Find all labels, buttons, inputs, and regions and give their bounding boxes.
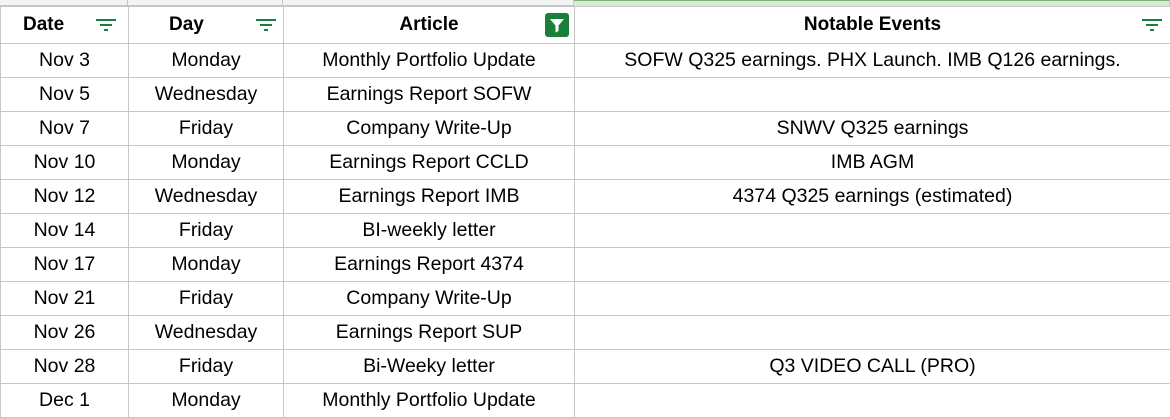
article-cell[interactable]: BI-weekly letter bbox=[283, 213, 575, 248]
date-cell[interactable]: Nov 3 bbox=[0, 43, 129, 78]
day-cell[interactable]: Monday bbox=[128, 145, 284, 180]
date-cell[interactable]: Nov 14 bbox=[0, 213, 129, 248]
header-row: Date Day Article Notable Events bbox=[0, 6, 1170, 44]
events-cell[interactable]: SNWV Q325 earnings bbox=[574, 111, 1170, 146]
schedule-table: Date Day Article Notable Events Nov 3 Mo… bbox=[0, 6, 1170, 418]
filter-lines-icon[interactable] bbox=[95, 16, 117, 34]
table-row: Nov 21 Friday Company Write-Up bbox=[0, 281, 1170, 316]
date-cell[interactable]: Dec 1 bbox=[0, 383, 129, 418]
table-row: Nov 17 Monday Earnings Report 4374 bbox=[0, 247, 1170, 282]
header-label-notable-events: Notable Events bbox=[803, 14, 942, 35]
table-row: Nov 12 Wednesday Earnings Report IMB 437… bbox=[0, 179, 1170, 214]
day-cell[interactable]: Friday bbox=[128, 111, 284, 146]
article-cell[interactable]: Monthly Portfolio Update bbox=[283, 43, 575, 78]
events-cell[interactable]: SOFW Q325 earnings. PHX Launch. IMB Q126… bbox=[574, 43, 1170, 78]
date-cell[interactable]: Nov 7 bbox=[0, 111, 129, 146]
filter-lines-icon[interactable] bbox=[255, 16, 277, 34]
date-cell[interactable]: Nov 12 bbox=[0, 179, 129, 214]
events-cell[interactable] bbox=[574, 213, 1170, 248]
table-row: Nov 5 Wednesday Earnings Report SOFW bbox=[0, 77, 1170, 112]
article-cell[interactable]: Monthly Portfolio Update bbox=[283, 383, 575, 418]
day-cell[interactable]: Friday bbox=[128, 281, 284, 316]
table-row: Nov 14 Friday BI-weekly letter bbox=[0, 213, 1170, 248]
day-cell[interactable]: Wednesday bbox=[128, 179, 284, 214]
article-cell[interactable]: Earnings Report IMB bbox=[283, 179, 575, 214]
header-label-day: Day bbox=[169, 14, 204, 35]
funnel-icon[interactable] bbox=[545, 13, 569, 37]
header-cell-day[interactable]: Day bbox=[128, 6, 284, 44]
events-cell[interactable]: IMB AGM bbox=[574, 145, 1170, 180]
table-row: Nov 10 Monday Earnings Report CCLD IMB A… bbox=[0, 145, 1170, 180]
table-row: Nov 28 Friday Bi-Weeky letter Q3 VIDEO C… bbox=[0, 349, 1170, 384]
header-label-date: Date bbox=[23, 14, 65, 35]
day-cell[interactable]: Monday bbox=[128, 43, 284, 78]
events-cell[interactable] bbox=[574, 383, 1170, 418]
table-row: Dec 1 Monday Monthly Portfolio Update bbox=[0, 383, 1170, 418]
events-cell[interactable] bbox=[574, 77, 1170, 112]
day-cell[interactable]: Friday bbox=[128, 349, 284, 384]
article-cell[interactable]: Earnings Report SUP bbox=[283, 315, 575, 350]
filter-lines-icon[interactable] bbox=[1141, 16, 1163, 34]
date-cell[interactable]: Nov 5 bbox=[0, 77, 129, 112]
table-row: Nov 7 Friday Company Write-Up SNWV Q325 … bbox=[0, 111, 1170, 146]
day-cell[interactable]: Friday bbox=[128, 213, 284, 248]
article-cell[interactable]: Company Write-Up bbox=[283, 111, 575, 146]
day-cell[interactable]: Wednesday bbox=[128, 77, 284, 112]
article-cell[interactable]: Earnings Report 4374 bbox=[283, 247, 575, 282]
table-row: Nov 26 Wednesday Earnings Report SUP bbox=[0, 315, 1170, 350]
header-cell-notable-events[interactable]: Notable Events bbox=[574, 6, 1170, 44]
date-cell[interactable]: Nov 28 bbox=[0, 349, 129, 384]
header-label-article: Article bbox=[399, 14, 459, 35]
date-cell[interactable]: Nov 10 bbox=[0, 145, 129, 180]
day-cell[interactable]: Wednesday bbox=[128, 315, 284, 350]
date-cell[interactable]: Nov 26 bbox=[0, 315, 129, 350]
events-cell[interactable] bbox=[574, 247, 1170, 282]
article-cell[interactable]: Earnings Report SOFW bbox=[283, 77, 575, 112]
article-cell[interactable]: Company Write-Up bbox=[283, 281, 575, 316]
header-cell-date[interactable]: Date bbox=[0, 6, 129, 44]
table-row: Nov 3 Monday Monthly Portfolio Update SO… bbox=[0, 43, 1170, 78]
date-cell[interactable]: Nov 21 bbox=[0, 281, 129, 316]
header-cell-article[interactable]: Article bbox=[283, 6, 575, 44]
article-cell[interactable]: Earnings Report CCLD bbox=[283, 145, 575, 180]
events-cell[interactable]: 4374 Q325 earnings (estimated) bbox=[574, 179, 1170, 214]
day-cell[interactable]: Monday bbox=[128, 383, 284, 418]
article-cell[interactable]: Bi-Weeky letter bbox=[283, 349, 575, 384]
date-cell[interactable]: Nov 17 bbox=[0, 247, 129, 282]
day-cell[interactable]: Monday bbox=[128, 247, 284, 282]
events-cell[interactable]: Q3 VIDEO CALL (PRO) bbox=[574, 349, 1170, 384]
events-cell[interactable] bbox=[574, 315, 1170, 350]
events-cell[interactable] bbox=[574, 281, 1170, 316]
